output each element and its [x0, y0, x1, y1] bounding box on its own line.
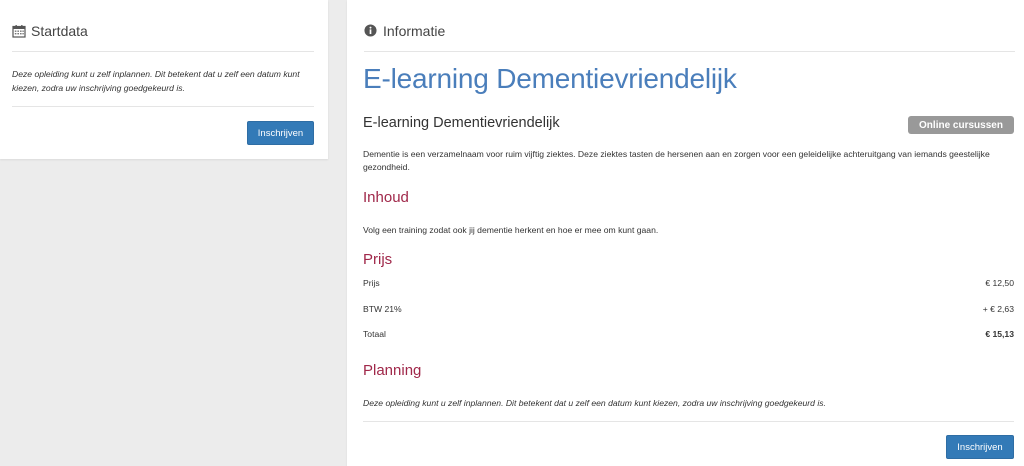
informatie-title: Informatie — [383, 22, 446, 39]
course-description: Dementie is een verzamelnaam voor ruim v… — [363, 149, 990, 172]
price-row: Prijs € 12,50 — [363, 278, 1014, 288]
planning-note: Deze opleiding kunt u zelf inplannen. Di… — [363, 398, 826, 408]
total-value: € 15,13 — [985, 329, 1014, 339]
startdata-note: Deze opleiding kunt u zelf inplannen. Di… — [12, 69, 300, 93]
course-title: E-learning Dementievriendelijk — [363, 63, 737, 94]
vat-row: BTW 21% + € 2,63 — [363, 304, 1014, 314]
calendar-icon — [12, 24, 26, 38]
info-circle-icon — [364, 23, 378, 38]
prijs-heading: Prijs — [363, 251, 393, 268]
startdata-panel: Startdata Deze opleiding kunt u zelf inp… — [0, 0, 328, 159]
divider — [12, 106, 314, 107]
vat-label: BTW 21% — [363, 304, 402, 314]
inschrijven-button[interactable]: Inschrijven — [946, 435, 1014, 459]
course-subtitle: E-learning Dementievriendelijk — [363, 115, 560, 131]
informatie-header: Informatie — [364, 0, 1015, 52]
startdata-title: Startdata — [31, 22, 88, 39]
planning-heading: Planning — [363, 362, 422, 379]
category-badge: Online cursussen — [908, 116, 1014, 134]
startdata-header: Startdata — [12, 0, 314, 52]
price-value: € 12,50 — [985, 278, 1014, 288]
price-label: Prijs — [363, 278, 380, 288]
divider — [363, 421, 1014, 422]
inschrijven-button[interactable]: Inschrijven — [247, 121, 314, 145]
informatie-panel: Informatie E-learning Dementievriendelij… — [347, 0, 1024, 466]
inhoud-text: Volg een training zodat ook jij dementie… — [363, 225, 659, 235]
inhoud-heading: Inhoud — [363, 189, 409, 206]
total-row: Totaal € 15,13 — [363, 329, 1014, 339]
total-label: Totaal — [363, 329, 386, 339]
vat-value: + € 2,63 — [982, 304, 1014, 314]
